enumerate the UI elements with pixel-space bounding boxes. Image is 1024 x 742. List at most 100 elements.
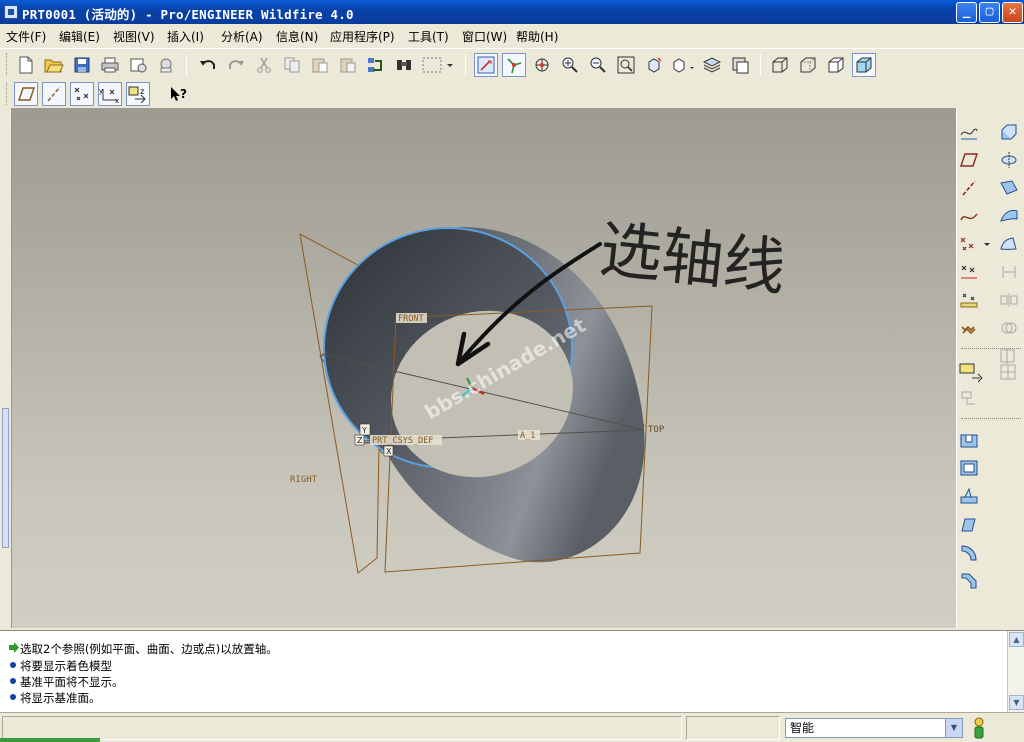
maximize-button[interactable]: ▢ [979, 2, 1000, 23]
hidden-line-icon[interactable] [796, 53, 820, 77]
menu-view[interactable]: 视图(V) [113, 28, 155, 45]
cut-icon[interactable] [252, 53, 276, 77]
select-box-icon[interactable] [420, 53, 456, 77]
save-icon[interactable] [70, 53, 94, 77]
print-icon[interactable] [98, 53, 122, 77]
send-icon[interactable] [126, 53, 150, 77]
csys-z-label: Z [357, 436, 363, 445]
sketched-point-icon[interactable] [957, 260, 981, 284]
csys-toggle-icon[interactable]: yx [98, 82, 122, 106]
menu-info[interactable]: 信息(N) [276, 28, 318, 45]
axis-icon[interactable] [957, 176, 981, 200]
menu-window[interactable]: 窗口(W) [462, 28, 507, 45]
datum-right-label: RIGHT [290, 475, 318, 485]
paste-icon[interactable] [308, 53, 332, 77]
draft-icon[interactable] [957, 512, 981, 536]
datum-planes-toggle-icon[interactable] [14, 82, 38, 106]
shell-icon[interactable] [957, 456, 981, 480]
pattern-icon[interactable] [997, 360, 1021, 384]
menu-applications[interactable]: 应用程序(P) [330, 28, 395, 45]
scroll-up-arrow-icon[interactable]: ▲ [1009, 632, 1024, 647]
menu-help[interactable]: 帮助(H) [516, 28, 558, 45]
navigator-collapse-bar[interactable] [0, 108, 12, 628]
svg-text:y: y [99, 87, 103, 95]
wireframe-icon[interactable] [768, 53, 792, 77]
minimize-button[interactable]: _ [956, 2, 977, 23]
refit-icon[interactable] [614, 53, 638, 77]
csys-icon[interactable] [957, 316, 981, 340]
navigator-tab[interactable] [2, 408, 9, 548]
variable-sweep-icon[interactable] [997, 176, 1021, 200]
menu-file[interactable]: 文件(F) [6, 28, 46, 45]
offset-point-icon[interactable] [957, 288, 981, 312]
status-panel [2, 716, 682, 740]
close-button[interactable]: ✕ [1002, 2, 1023, 23]
style-icon[interactable] [997, 260, 1021, 284]
graphics-window[interactable]: Y Z X FRONT TOP RIGHT PRT_CSYS_DEF A_1 选… [12, 108, 956, 628]
scroll-down-arrow-icon[interactable]: ▼ [1009, 695, 1024, 710]
boundary-blend-icon[interactable] [997, 232, 1021, 256]
rib-icon[interactable] [957, 484, 981, 508]
menu-edit[interactable]: 编辑(E) [59, 28, 100, 45]
zoom-in-icon[interactable] [558, 53, 582, 77]
new-icon[interactable] [14, 53, 38, 77]
udf-icon[interactable] [957, 386, 981, 410]
context-help-icon[interactable]: ? [166, 82, 190, 106]
message-line: 将显示基准面。 [8, 690, 101, 706]
send-mail-icon[interactable] [154, 53, 178, 77]
selection-filter-select[interactable]: 智能 ▼ [785, 718, 963, 738]
palette-separator [961, 418, 1021, 419]
orient-mode-icon[interactable] [530, 53, 554, 77]
redo-icon[interactable] [224, 53, 248, 77]
mirror-icon[interactable] [997, 288, 1021, 312]
find-icon[interactable] [392, 53, 416, 77]
svg-text:z: z [140, 87, 144, 96]
no-hidden-icon[interactable] [824, 53, 848, 77]
view-manager-icon[interactable] [728, 53, 752, 77]
palette-separator [961, 348, 1021, 349]
undo-icon[interactable] [196, 53, 220, 77]
annotation-text: 选轴线 [596, 212, 789, 304]
hole-icon[interactable] [957, 428, 981, 452]
paste-special-icon[interactable] [336, 53, 360, 77]
status-bar: 智能 ▼ [0, 712, 1024, 742]
datum-points-toggle-icon[interactable] [70, 82, 94, 106]
open-icon[interactable] [42, 53, 66, 77]
spin-center-icon[interactable] [502, 53, 526, 77]
model-viewport[interactable]: Y Z X FRONT TOP RIGHT PRT_CSYS_DEF A_1 选… [12, 108, 956, 628]
toolbar-grip[interactable] [6, 83, 9, 105]
round-icon[interactable] [957, 540, 981, 564]
menu-analysis[interactable]: 分析(A) [221, 28, 263, 45]
toolbar-grip[interactable] [6, 53, 9, 75]
shading-icon[interactable] [852, 53, 876, 77]
plane-icon[interactable] [957, 148, 981, 172]
message-line: 选取2个参照(例如平面、曲面、边或点)以放置轴。 [8, 641, 278, 657]
repaint-icon[interactable] [474, 53, 498, 77]
message-scrollbar[interactable]: ▲ ▼ [1007, 631, 1024, 713]
chamfer-icon[interactable] [957, 568, 981, 592]
reorient-icon[interactable] [642, 53, 666, 77]
menu-tools[interactable]: 工具(T) [408, 28, 449, 45]
regenerate-icon[interactable] [364, 53, 388, 77]
copy-icon[interactable] [280, 53, 304, 77]
datum-top-label: TOP [648, 425, 665, 435]
csys-display-icon[interactable]: z [126, 82, 150, 106]
blend-icon[interactable] [997, 204, 1021, 228]
saved-views-icon[interactable] [670, 53, 698, 77]
curve-icon[interactable] [957, 204, 981, 228]
merge-icon[interactable] [997, 316, 1021, 340]
extrude-icon[interactable] [997, 120, 1021, 144]
datum-axes-toggle-icon[interactable] [42, 82, 66, 106]
chevron-down-icon[interactable]: ▼ [945, 719, 962, 737]
sketch-icon[interactable] [957, 120, 981, 144]
revolve-icon[interactable] [997, 148, 1021, 172]
svg-text:?: ? [180, 87, 187, 101]
layers-icon[interactable] [700, 53, 724, 77]
menu-insert[interactable]: 插入(I) [167, 28, 204, 45]
app-icon[interactable] [4, 5, 18, 19]
analysis-icon[interactable] [957, 360, 985, 384]
message-line: 将要显示着色模型 [8, 658, 112, 674]
point-icon[interactable] [957, 232, 993, 256]
zoom-out-icon[interactable] [586, 53, 610, 77]
datum-display-toolbar: yx z ? [0, 80, 1024, 108]
